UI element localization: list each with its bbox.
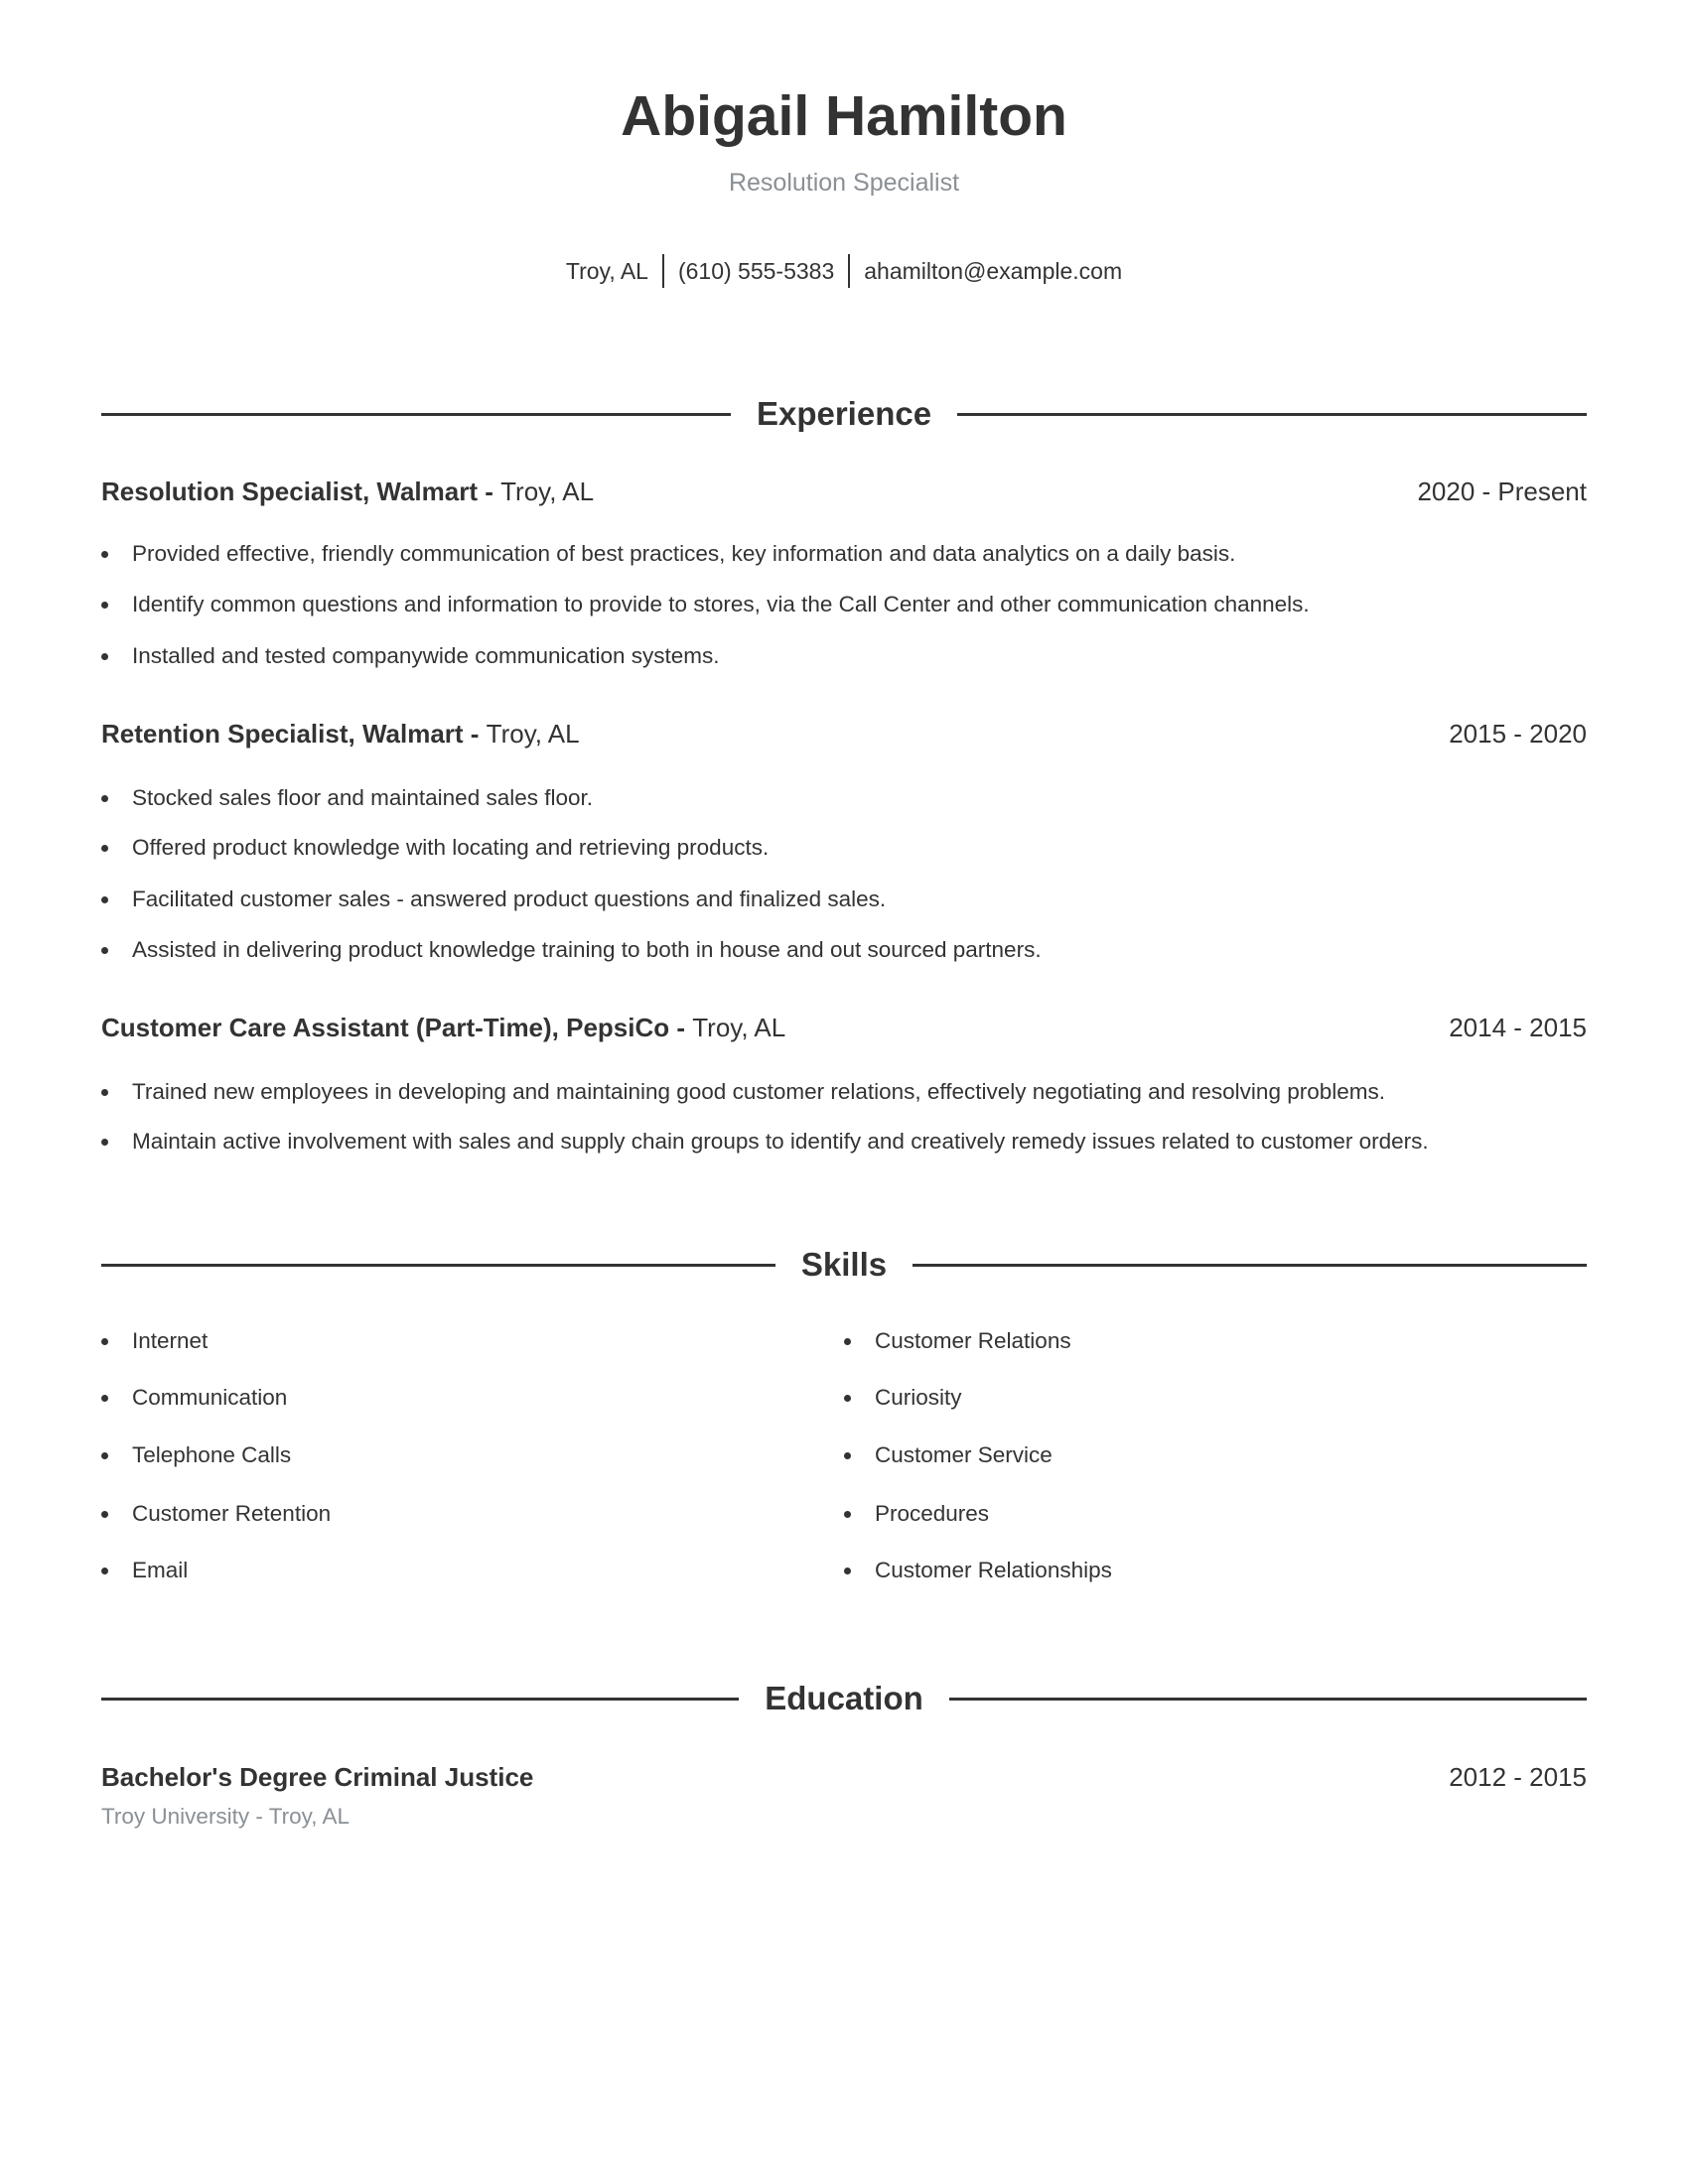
bullet-icon: [101, 844, 108, 852]
bullet-text: Offered product knowledge with locating …: [132, 835, 770, 860]
bullet-text: Provided effective, friendly communicati…: [132, 541, 1236, 566]
skill-item: Curiosity: [844, 1382, 962, 1414]
skill-label: Communication: [132, 1385, 288, 1410]
candidate-title: Resolution Specialist: [728, 169, 960, 197]
job-bullet: Maintain active involvement with sales a…: [101, 1126, 1429, 1158]
contact-location: Troy, AL: [565, 258, 648, 284]
bullet-icon: [844, 1510, 851, 1518]
skill-item: Customer Relations: [844, 1325, 1071, 1357]
job-location: Troy, AL: [500, 477, 595, 506]
job-location: Troy, AL: [486, 719, 580, 749]
bullet-icon: [844, 1567, 851, 1574]
skill-label: Customer Relations: [875, 1328, 1071, 1353]
section-rule-right: [913, 1263, 1588, 1267]
skill-label: Telephone Calls: [132, 1442, 292, 1467]
skill-item: Internet: [101, 1325, 208, 1357]
job-entry-header: Customer Care Assistant (Part-Time), Pep…: [101, 1011, 1587, 1044]
section-rule-left: [101, 412, 731, 416]
job-bullet: Trained new employees in developing and …: [101, 1076, 1385, 1108]
education-section-heading: Education: [101, 1677, 1588, 1720]
bullet-icon: [101, 1394, 108, 1402]
skill-item: Communication: [101, 1382, 287, 1414]
contact-divider: [848, 254, 851, 288]
job-bullet: Identify common questions and informatio…: [101, 589, 1310, 620]
education-degree: Bachelor's Degree Criminal Justice: [101, 1762, 534, 1792]
education-heading: Education: [765, 1680, 923, 1716]
job-role: Resolution Specialist, Walmart -: [101, 477, 501, 506]
bullet-text: Installed and tested companywide communi…: [132, 643, 720, 668]
bullet-icon: [101, 1451, 108, 1459]
skill-label: Email: [132, 1558, 189, 1582]
bullet-icon: [101, 794, 108, 802]
job-bullet: Offered product knowledge with locating …: [101, 832, 769, 864]
bullet-icon: [101, 550, 108, 558]
section-rule-right: [948, 1697, 1588, 1701]
job-dates: 2020 - Present: [1417, 477, 1587, 506]
bullet-icon: [101, 1510, 108, 1518]
skills-section-heading: Skills: [101, 1243, 1588, 1287]
bullet-text: Trained new employees in developing and …: [132, 1079, 1385, 1104]
skill-label: Curiosity: [875, 1385, 962, 1410]
bullet-icon: [101, 601, 108, 609]
skill-label: Customer Relationships: [875, 1558, 1112, 1582]
skill-item: Telephone Calls: [101, 1439, 291, 1471]
bullet-icon: [101, 946, 108, 954]
job-bullet: Assisted in delivering product knowledge…: [101, 934, 1042, 966]
bullet-icon: [101, 1138, 108, 1146]
job-entry-header: Resolution Specialist, Walmart - Troy, A…: [101, 475, 1587, 508]
skill-label: Procedures: [875, 1501, 990, 1526]
skill-label: Internet: [132, 1328, 209, 1353]
skills-heading: Skills: [800, 1246, 888, 1283]
job-bullet: Facilitated customer sales - answered pr…: [101, 884, 886, 915]
job-entry-header: Retention Specialist, Walmart - Troy, AL…: [101, 717, 1587, 751]
job-role: Customer Care Assistant (Part-Time), Pep…: [101, 1013, 693, 1042]
job-role: Retention Specialist, Walmart -: [101, 719, 487, 749]
job-bullet: Provided effective, friendly communicati…: [101, 538, 1235, 570]
skill-label: Customer Retention: [132, 1501, 332, 1526]
bullet-text: Maintain active involvement with sales a…: [132, 1129, 1429, 1154]
contact-phone[interactable]: (610) 555-5383: [678, 255, 834, 287]
bullet-icon: [101, 1337, 108, 1345]
skill-label: Customer Service: [875, 1442, 1053, 1467]
bullet-text: Identify common questions and informatio…: [132, 592, 1310, 616]
bullet-text: Assisted in delivering product knowledge…: [132, 937, 1042, 962]
bullet-icon: [101, 1088, 108, 1096]
experience-section-heading: Experience: [101, 392, 1588, 436]
experience-heading: Experience: [756, 395, 932, 432]
bullet-icon: [844, 1451, 851, 1459]
bullet-icon: [844, 1337, 851, 1345]
bullet-text: Stocked sales floor and maintained sales…: [132, 785, 594, 810]
section-rule-right: [957, 412, 1588, 416]
skill-item: Procedures: [844, 1498, 989, 1530]
bullet-text: Facilitated customer sales - answered pr…: [132, 887, 887, 911]
job-bullet: Stocked sales floor and maintained sales…: [101, 782, 593, 814]
bullet-icon: [844, 1394, 851, 1402]
job-dates: 2014 - 2015: [1449, 1013, 1587, 1042]
job-location: Troy, AL: [692, 1013, 786, 1042]
candidate-name: Abigail Hamilton: [621, 84, 1067, 148]
skill-item: Customer Relationships: [844, 1555, 1112, 1586]
job-dates: 2015 - 2020: [1449, 719, 1587, 749]
bullet-icon: [101, 1567, 108, 1574]
contact-email[interactable]: ahamilton@example.com: [864, 255, 1122, 287]
bullet-icon: [101, 895, 108, 903]
bullet-icon: [101, 652, 108, 660]
contact-divider: [661, 254, 664, 288]
skill-item: Customer Service: [844, 1439, 1053, 1471]
education-entry-header: Bachelor's Degree Criminal Justice 2012 …: [101, 1760, 1587, 1794]
education-school: Troy University - Troy, AL: [101, 1804, 351, 1829]
section-rule-left: [101, 1263, 775, 1267]
skill-item: Customer Retention: [101, 1498, 331, 1530]
education-dates: 2012 - 2015: [1449, 1762, 1587, 1792]
contact-info: Troy, AL (610) 555-5383 ahamilton@exampl…: [0, 254, 1688, 288]
section-rule-left: [101, 1697, 740, 1701]
skill-item: Email: [101, 1555, 188, 1586]
job-bullet: Installed and tested companywide communi…: [101, 640, 720, 672]
